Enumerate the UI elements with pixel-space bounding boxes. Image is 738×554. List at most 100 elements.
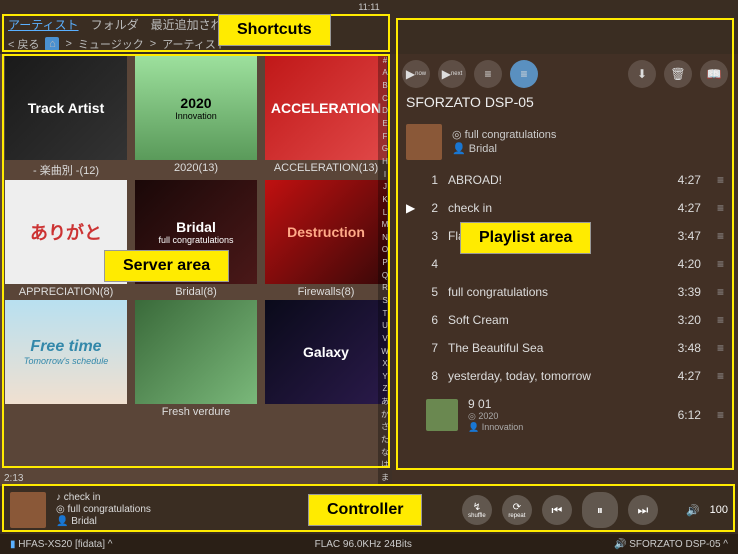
book-icon[interactable]: 📖 <box>700 60 728 88</box>
alpha-letter[interactable]: M <box>378 218 392 231</box>
track-row[interactable]: 5full congratulations3:39≡ <box>392 278 738 306</box>
alpha-letter[interactable]: Q <box>378 269 392 282</box>
alpha-letter[interactable]: D <box>378 105 392 118</box>
alpha-letter[interactable]: H <box>378 155 392 168</box>
alpha-letter[interactable]: R <box>378 282 392 295</box>
track-row[interactable]: 44:20≡ <box>392 250 738 278</box>
track-row[interactable]: 6Soft Cream3:20≡ <box>392 306 738 334</box>
tab-bar: アーティスト フォルダ 最近追加された <box>0 14 738 34</box>
tab-folder[interactable]: フォルダ <box>91 16 139 33</box>
album-cover: Galaxy <box>265 300 387 404</box>
alpha-letter[interactable]: X <box>378 357 392 370</box>
alpha-letter[interactable]: V <box>378 332 392 345</box>
track-name: The Beautiful Sea <box>448 341 668 355</box>
save-button[interactable]: ⬇ <box>628 60 656 88</box>
track-row[interactable]: ▶2check in4:27≡ <box>392 194 738 222</box>
alpha-letter[interactable]: N <box>378 231 392 244</box>
renderer-name[interactable]: SFORZATO DSP-05 <box>629 539 720 550</box>
alpha-letter[interactable]: P <box>378 256 392 269</box>
alpha-letter[interactable]: Z <box>378 383 392 396</box>
hamburger-icon[interactable]: ≡ <box>717 313 724 327</box>
alpha-letter[interactable]: # <box>378 54 392 67</box>
alpha-letter[interactable]: J <box>378 180 392 193</box>
hamburger-icon[interactable]: ≡ <box>717 201 724 215</box>
hamburger-icon[interactable]: ≡ <box>717 257 724 271</box>
album-title: Fresh verdure <box>162 406 230 418</box>
alpha-letter[interactable]: U <box>378 319 392 332</box>
play-next-button[interactable]: ▶next <box>438 60 466 88</box>
track-row[interactable]: 7The Beautiful Sea3:48≡ <box>392 334 738 362</box>
alpha-letter[interactable]: Y <box>378 370 392 383</box>
album-item[interactable]: 2020Innovation2020(13) <box>132 56 260 178</box>
hamburger-icon[interactable]: ≡ <box>717 408 724 422</box>
hamburger-icon[interactable]: ≡ <box>717 369 724 383</box>
hamburger-icon[interactable]: ≡ <box>717 229 724 243</box>
alpha-letter[interactable]: は <box>378 459 392 472</box>
alpha-letter[interactable]: E <box>378 117 392 130</box>
alpha-letter[interactable]: K <box>378 193 392 206</box>
breadcrumb-music[interactable]: ミュージック <box>78 36 144 52</box>
album-item[interactable]: Track Artist- 楽曲別 -(12) <box>2 56 130 178</box>
list-button[interactable]: ≡ <box>510 60 538 88</box>
album-cover: Track Artist <box>5 56 127 160</box>
album-item[interactable]: Galaxy <box>262 300 390 418</box>
shuffle-button[interactable]: ↯shuffle <box>462 495 492 525</box>
server-name[interactable]: HFAS-XS20 [fidata] <box>18 539 105 550</box>
alpha-letter[interactable]: さ <box>378 421 392 434</box>
alpha-index[interactable]: #ABCDEFGHIJKLMNOPQRSTUVWXYZあかさたなはま <box>378 54 392 484</box>
track-number: 3 <box>426 229 438 243</box>
queue-button[interactable]: ≡ <box>474 60 502 88</box>
alpha-letter[interactable]: T <box>378 307 392 320</box>
controller-art[interactable] <box>10 492 46 528</box>
alpha-letter[interactable]: か <box>378 408 392 421</box>
hamburger-icon[interactable]: ≡ <box>717 285 724 299</box>
track-number: 1 <box>426 173 438 187</box>
alpha-letter[interactable]: W <box>378 345 392 358</box>
alpha-letter[interactable]: G <box>378 142 392 155</box>
playlist-area: ▶now ▶next ≡ ≡ ⬇ 🗑 📖 SFORZATO DSP-05 ◎ f… <box>392 54 738 486</box>
album-item[interactable]: ACCELERATIONACCELERATION(13) <box>262 56 390 178</box>
now-playing[interactable]: ◎ full congratulations 👤 Bridal <box>392 118 738 166</box>
callout-playlist: Playlist area <box>460 222 591 254</box>
repeat-button[interactable]: ⟳repeat <box>502 495 532 525</box>
album-item[interactable]: DestructionFirewalls(8) <box>262 180 390 298</box>
track-duration: 3:48 <box>678 341 701 355</box>
pause-button[interactable]: ⏸ <box>582 492 618 528</box>
track-row[interactable]: 1ABROAD!4:27≡ <box>392 166 738 194</box>
hamburger-icon[interactable]: ≡ <box>717 341 724 355</box>
back-button[interactable]: < 戻る <box>8 36 39 52</box>
elapsed-time: 2:13 <box>4 473 23 484</box>
chevron-up-icon[interactable]: ^ <box>723 539 728 550</box>
tab-artist[interactable]: アーティスト <box>8 16 79 33</box>
alpha-letter[interactable]: B <box>378 79 392 92</box>
album-item[interactable]: Free timeTomorrow's schedule <box>2 300 130 418</box>
track-number: 8 <box>426 369 438 383</box>
next-button[interactable]: ⏭ <box>628 495 658 525</box>
alpha-letter[interactable]: C <box>378 92 392 105</box>
delete-button[interactable]: 🗑 <box>664 60 692 88</box>
alpha-letter[interactable]: ま <box>378 471 392 484</box>
prev-button[interactable]: ⏮ <box>542 495 572 525</box>
alpha-letter[interactable]: S <box>378 294 392 307</box>
alpha-letter[interactable]: F <box>378 130 392 143</box>
alpha-letter[interactable]: A <box>378 67 392 80</box>
track-row[interactable]: 9 01◎ 2020👤 Innovation6:12≡ <box>392 390 738 440</box>
alpha-letter[interactable]: た <box>378 433 392 446</box>
callout-server: Server area <box>104 250 229 282</box>
hamburger-icon[interactable]: ≡ <box>717 173 724 187</box>
alpha-letter[interactable]: な <box>378 446 392 459</box>
alpha-letter[interactable]: あ <box>378 395 392 408</box>
album-item[interactable]: Fresh verdure <box>132 300 260 418</box>
album-cover: ACCELERATION <box>265 56 387 160</box>
home-icon[interactable]: ⌂ <box>45 37 59 51</box>
np-artist: Bridal <box>469 143 497 155</box>
alpha-letter[interactable]: L <box>378 206 392 219</box>
alpha-letter[interactable]: O <box>378 244 392 257</box>
chevron-up-icon[interactable]: ^ <box>108 539 113 550</box>
speaker-icon[interactable]: 🔊 <box>686 504 700 517</box>
alpha-letter[interactable]: I <box>378 168 392 181</box>
play-now-button[interactable]: ▶now <box>402 60 430 88</box>
album-title: Firewalls(8) <box>298 286 355 298</box>
track-row[interactable]: 8yesterday, today, tomorrow4:27≡ <box>392 362 738 390</box>
np-album: full congratulations <box>465 129 557 141</box>
